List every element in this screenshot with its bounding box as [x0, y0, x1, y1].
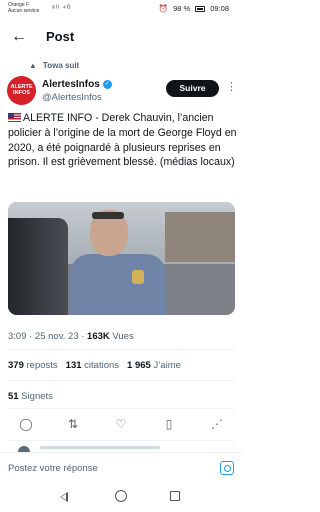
carrier-text: Orange F Aucun service	[8, 2, 39, 14]
like-icon[interactable]: ♡	[112, 415, 130, 433]
action-bar: ◯ ⇅ ♡ ▯ ⋰	[0, 415, 243, 435]
arrow-left-icon[interactable]: ←	[11, 28, 27, 46]
reply-text-placeholder	[40, 446, 160, 449]
author-name[interactable]: AlertesInfos ✓	[42, 79, 112, 90]
social-context-label: Towa suit	[42, 61, 80, 70]
officer-badge	[132, 270, 144, 284]
officer-sunglasses	[92, 212, 124, 219]
nav-back-icon[interactable]	[60, 492, 68, 502]
bookmark-icon[interactable]: ▯	[160, 415, 178, 433]
bookmarks-label: Signets	[21, 391, 53, 402]
divider	[8, 349, 235, 350]
top-bar: ← Post	[0, 22, 243, 52]
bookmarks-count: 51	[8, 391, 19, 402]
likes-count: 1 965	[127, 360, 151, 371]
tweet-body: ALERTE INFO - Derek Chauvin, l’ancien po…	[8, 112, 237, 169]
verified-badge-icon: ✓	[102, 80, 112, 89]
image-officer	[70, 210, 166, 315]
system-nav-bar	[0, 484, 243, 512]
divider	[8, 408, 235, 409]
us-flag-icon	[8, 113, 21, 122]
tweet-image[interactable]	[8, 202, 235, 315]
reply-composer: Postez votre réponse	[0, 452, 243, 484]
more-options-icon[interactable]: ⋮	[226, 80, 237, 93]
nav-home-icon[interactable]	[115, 490, 127, 502]
image-building	[165, 212, 235, 262]
citations-label: citations	[84, 360, 120, 371]
reposts-label: reposts	[26, 360, 58, 371]
divider	[8, 380, 235, 381]
author-name-text: AlertesInfos	[42, 79, 100, 90]
signal-icon: ᵃᴵˡ ⁴ᴳ	[52, 5, 72, 12]
nav-recents-icon[interactable]	[170, 491, 180, 501]
reply-input[interactable]: Postez votre réponse	[8, 463, 98, 474]
citations-stat[interactable]: 131 citations	[66, 360, 119, 371]
battery-icon	[195, 5, 206, 12]
bookmarks-stat[interactable]: 51 Signets	[8, 391, 53, 402]
views-label: Vues	[109, 331, 134, 342]
reply-icon[interactable]: ◯	[17, 415, 35, 433]
timestamp-text: 3:09 · 25 nov. 23 ·	[8, 331, 88, 342]
repost-icon[interactable]: ⇅	[64, 415, 82, 433]
alarm-icon: ⏰	[158, 4, 169, 13]
page-title: Post	[46, 29, 75, 44]
reposts-count: 379	[8, 360, 24, 371]
avatar[interactable]: ALERTE INFOS	[7, 76, 36, 105]
tweet-text: ALERTE INFO - Derek Chauvin, l’ancien po…	[8, 111, 238, 170]
likes-label: J’aime	[153, 360, 181, 371]
share-icon[interactable]: ⋰	[208, 415, 226, 433]
likes-stat[interactable]: 1 965 J’aime	[127, 360, 181, 371]
camera-icon[interactable]	[220, 461, 234, 475]
battery-text: 98 %	[173, 4, 191, 13]
engagement-stats: 379 reposts 131 citations 1 965 J’aime	[8, 360, 181, 371]
image-car	[8, 218, 68, 315]
citations-count: 131	[65, 360, 82, 371]
officer-uniform	[70, 254, 166, 315]
status-right: ⏰ 98 % 09:08	[159, 4, 229, 13]
status-bar: Orange F Aucun service ᵃᴵˡ ⁴ᴳ ⏰ 98 % 09:…	[0, 0, 243, 20]
follow-button[interactable]: Suivre	[166, 80, 219, 97]
tweet-timestamp: 3:09 · 25 nov. 23 · 163K Vues	[8, 331, 134, 342]
social-context[interactable]: ▲ Towa suit	[29, 61, 79, 70]
reposts-stat[interactable]: 379 reposts	[8, 360, 58, 371]
person-icon: ▲	[29, 61, 37, 70]
carrier-service: Aucun service	[8, 8, 40, 14]
avatar-logo-text: ALERTE INFOS	[10, 84, 33, 96]
clock: 09:08	[210, 4, 229, 13]
views-count[interactable]: 163K	[87, 331, 110, 342]
divider	[8, 440, 235, 441]
author-handle[interactable]: @AlertesInfos	[42, 92, 102, 103]
